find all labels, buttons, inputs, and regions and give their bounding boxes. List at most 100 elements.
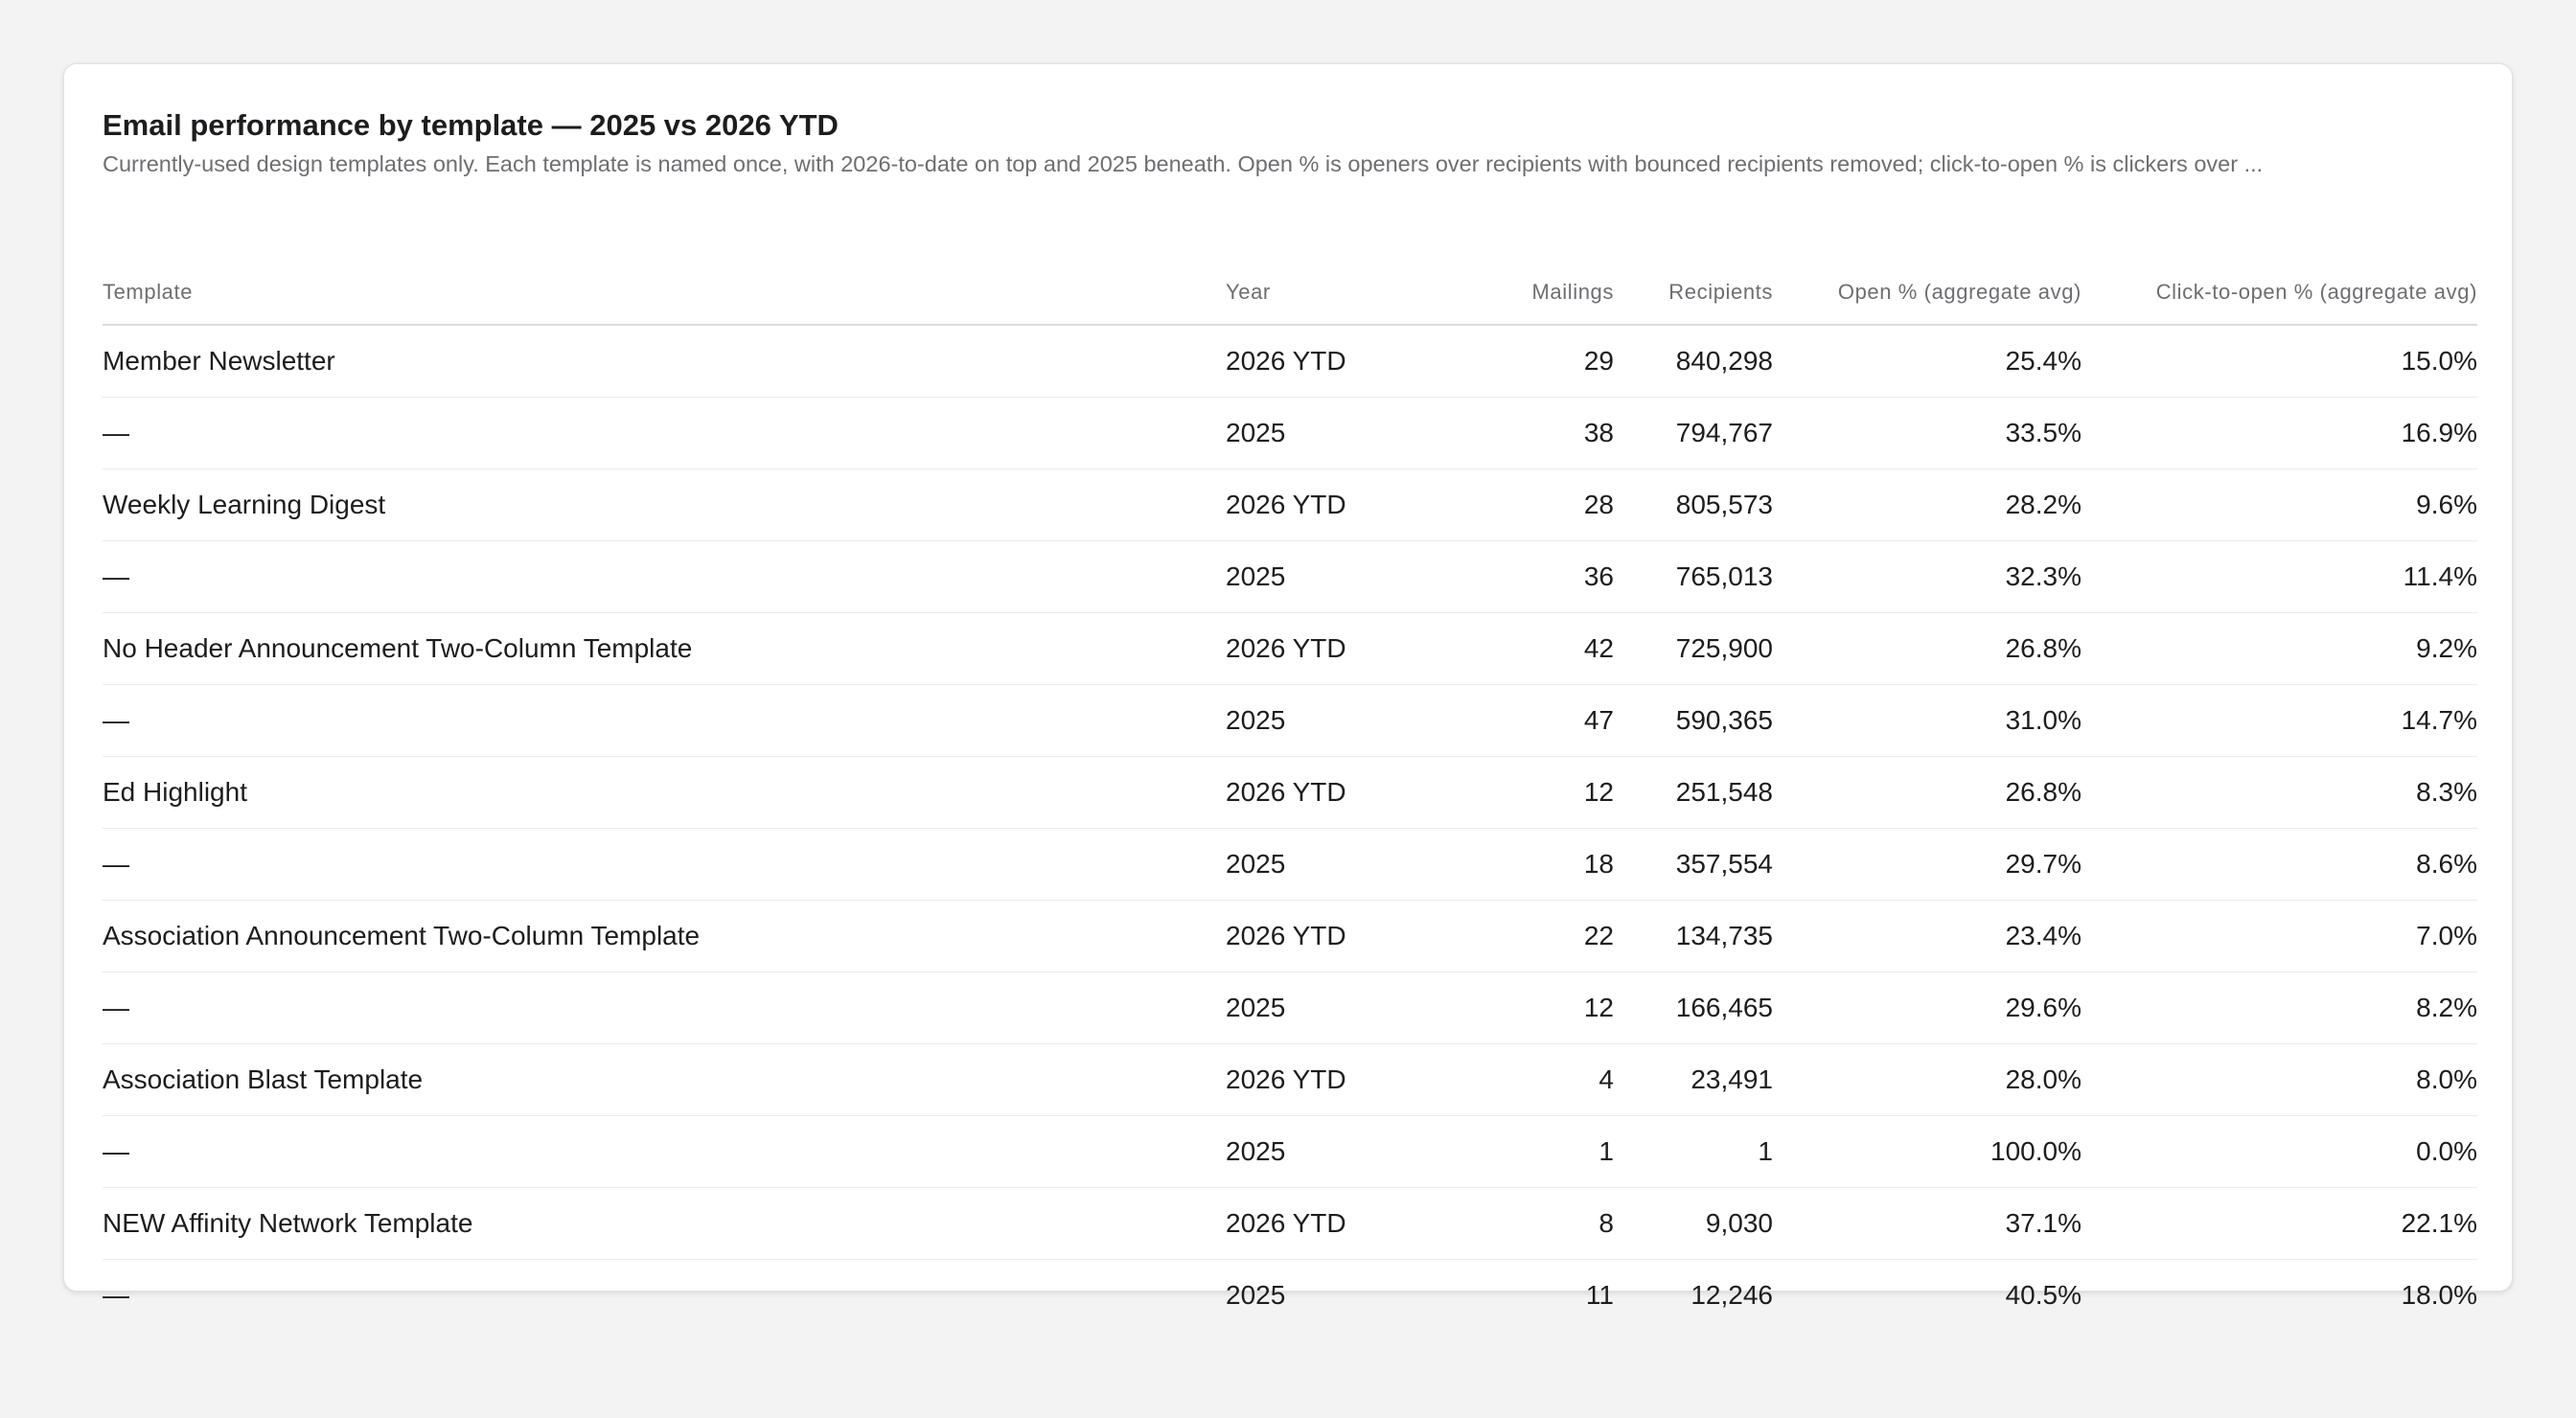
cell-click-to-open-rate: 16.9% [2082, 397, 2477, 469]
table-row: — 2025 47 590,365 31.0% 14.7% [103, 684, 2477, 757]
table-row: — 2025 18 357,554 29.7% 8.6% [103, 828, 2477, 901]
cell-recipients: 590,365 [1614, 684, 1773, 757]
column-header-template: Template [103, 263, 1226, 326]
cell-open-rate: 32.3% [1773, 540, 2082, 613]
cell-mailings: 8 [1417, 1187, 1614, 1260]
cell-click-to-open-rate: 22.1% [2082, 1187, 2477, 1260]
cell-click-to-open-rate: 8.0% [2082, 1043, 2477, 1116]
table-row: — 2025 1 1 100.0% 0.0% [103, 1115, 2477, 1188]
cell-template: NEW Affinity Network Template [103, 1187, 1226, 1260]
cell-year: 2025 [1226, 397, 1417, 469]
cell-click-to-open-rate: 8.2% [2082, 972, 2477, 1044]
cell-recipients: 840,298 [1614, 325, 1773, 398]
column-header-recipients: Recipients [1614, 263, 1773, 326]
cell-recipients: 794,767 [1614, 397, 1773, 469]
cell-year: 2026 YTD [1226, 756, 1417, 829]
cell-template: No Header Announcement Two-Column Templa… [103, 612, 1226, 685]
cell-year: 2025 [1226, 972, 1417, 1044]
table-header-row: Template Year Mailings Recipients Open %… [103, 263, 2477, 326]
cell-template: — [103, 397, 1226, 469]
cell-year: 2026 YTD [1226, 612, 1417, 685]
cell-mailings: 38 [1417, 397, 1614, 469]
cell-open-rate: 100.0% [1773, 1115, 2082, 1188]
cell-year: 2026 YTD [1226, 1187, 1417, 1260]
cell-year: 2025 [1226, 684, 1417, 757]
cell-mailings: 4 [1417, 1043, 1614, 1116]
cell-template: Weekly Learning Digest [103, 469, 1226, 541]
cell-click-to-open-rate: 8.3% [2082, 756, 2477, 829]
cell-mailings: 11 [1585, 1280, 1614, 1310]
cell-recipients: 765,013 [1614, 540, 1773, 613]
cell-year: 2025 [1226, 1115, 1417, 1188]
cell-recipients: 23,491 [1614, 1043, 1773, 1116]
cell-open-rate: 31.0% [1773, 684, 2082, 757]
cell-mailings: 12 [1417, 756, 1614, 829]
cell-template: Association Blast Template [103, 1043, 1226, 1116]
table-row: NEW Affinity Network Template 2026 YTD 8… [103, 1187, 2477, 1260]
cell-mailings: 42 [1417, 612, 1614, 685]
cell-recipients: 251,548 [1614, 756, 1773, 829]
table-row: — 2025 12 166,465 29.6% 8.2% [103, 972, 2477, 1044]
cell-mailings: 12 [1417, 972, 1614, 1044]
report-subtitle: Currently-used design templates only. Ea… [103, 151, 2264, 176]
cell-template: Member Newsletter [103, 325, 1226, 398]
table-row: Weekly Learning Digest 2026 YTD 28 805,5… [103, 469, 2477, 541]
cell-open-rate: 29.7% [1773, 828, 2082, 901]
cell-mailings: 28 [1417, 469, 1614, 541]
cell-mailings: 18 [1417, 828, 1614, 901]
table-row: Association Announcement Two-Column Temp… [103, 900, 2477, 972]
cell-year: 2026 YTD [1226, 1043, 1417, 1116]
cell-template: — [103, 540, 1226, 613]
cell-recipients: 166,465 [1614, 972, 1773, 1044]
cell-mailings: 47 [1417, 684, 1614, 757]
cell-mailings: 29 [1417, 325, 1614, 398]
cell-recipients: 1 [1614, 1115, 1773, 1188]
cell-mailings: 22 [1417, 900, 1614, 972]
cell-click-to-open-rate: 0.0% [2082, 1115, 2477, 1188]
table-row: No Header Announcement Two-Column Templa… [103, 612, 2477, 685]
cell-template: — [103, 828, 1226, 901]
cell-click-to-open-rate: 9.2% [2082, 612, 2477, 685]
cell-template: — [103, 1115, 1226, 1188]
cell-year: 2026 YTD [1226, 325, 1417, 398]
cell-open-rate: 40.5% [2005, 1280, 2082, 1310]
column-header-mailings: Mailings [1417, 263, 1614, 326]
cell-open-rate: 26.8% [1773, 756, 2082, 829]
cell-open-rate: 26.8% [1773, 612, 2082, 685]
cell-click-to-open-rate: 11.4% [2082, 540, 2477, 613]
cell-recipients: 134,735 [1614, 900, 1773, 972]
cell-open-rate: 28.2% [1773, 469, 2082, 541]
cell-click-to-open-rate: 9.6% [2082, 469, 2477, 541]
cell-year: 2026 YTD [1226, 900, 1417, 972]
cell-recipients: 805,573 [1614, 469, 1773, 541]
cell-year: 2026 YTD [1226, 469, 1417, 541]
column-header-click-to-open-rate: Click-to-open % (aggregate avg) [2082, 263, 2477, 326]
cell-recipients: 357,554 [1614, 828, 1773, 901]
cell-click-to-open-rate: 14.7% [2082, 684, 2477, 757]
cell-recipients: 9,030 [1614, 1187, 1773, 1260]
report-title: Email performance by template — 2025 vs … [103, 108, 839, 142]
table-body: Member Newsletter 2026 YTD 29 840,298 25… [103, 325, 2477, 1331]
cell-template: Association Announcement Two-Column Temp… [103, 900, 1226, 972]
cell-template: Ed Highlight [103, 756, 1226, 829]
cell-year: 2025 [1226, 540, 1417, 613]
cell-template: — [103, 1280, 129, 1310]
cell-mailings: 36 [1417, 540, 1614, 613]
cell-click-to-open-rate: 18.0% [2401, 1280, 2477, 1310]
cell-open-rate: 28.0% [1773, 1043, 2082, 1116]
table-row: Ed Highlight 2026 YTD 12 251,548 26.8% 8… [103, 756, 2477, 829]
table-row: — 2025 38 794,767 33.5% 16.9% [103, 397, 2477, 469]
table-row: — 2025 11 12,246 40.5% 18.0% [103, 1260, 2477, 1332]
cell-open-rate: 33.5% [1773, 397, 2082, 469]
cell-open-rate: 29.6% [1773, 972, 2082, 1044]
table-row: Member Newsletter 2026 YTD 29 840,298 25… [103, 325, 2477, 398]
column-header-open-rate: Open % (aggregate avg) [1773, 263, 2082, 326]
table-row: — 2025 36 765,013 32.3% 11.4% [103, 540, 2477, 613]
cell-click-to-open-rate: 7.0% [2082, 900, 2477, 972]
cell-year: 2025 [1226, 828, 1417, 901]
cell-template: — [103, 684, 1226, 757]
cell-mailings: 1 [1417, 1115, 1614, 1188]
column-header-year: Year [1226, 263, 1417, 326]
cell-click-to-open-rate: 15.0% [2082, 325, 2477, 398]
cell-recipients: 12,246 [1690, 1280, 1773, 1310]
